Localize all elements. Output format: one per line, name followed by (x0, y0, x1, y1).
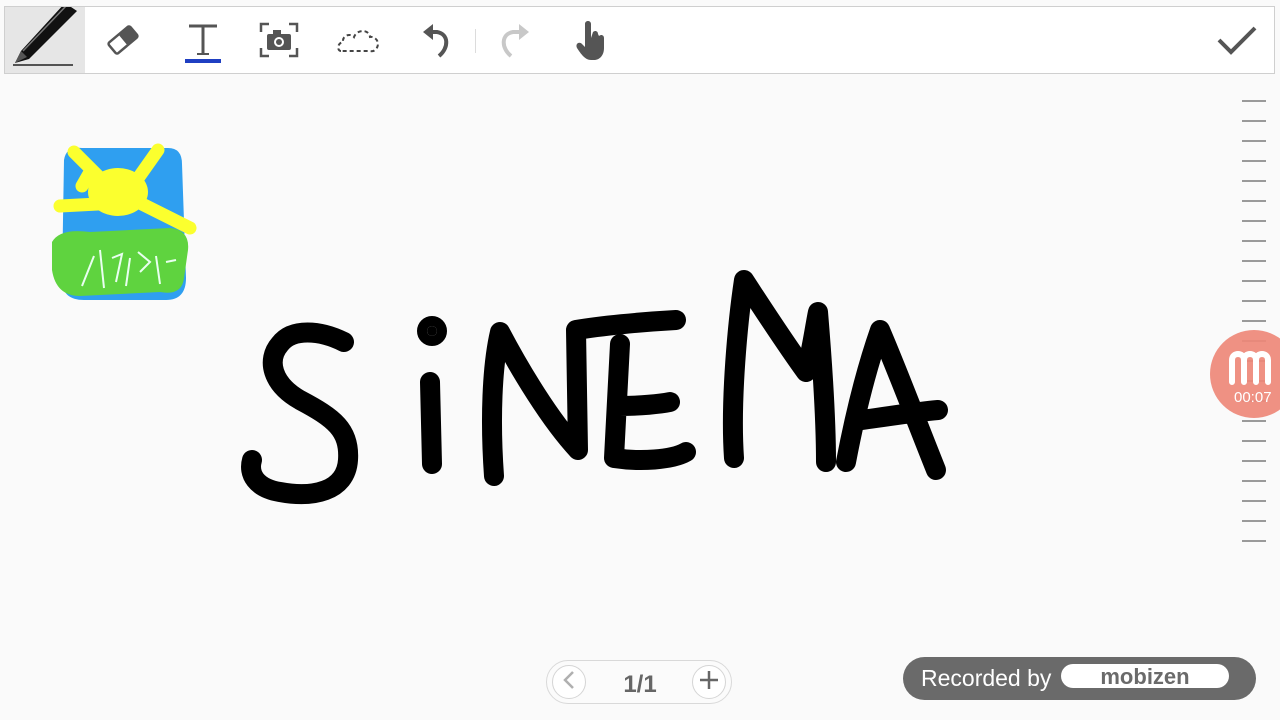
mobizen-m-icon (1226, 346, 1280, 391)
ruler-tick (1242, 480, 1266, 482)
mobizen-brand-text: mobizen (1101, 664, 1190, 689)
mobizen-logo: mobizen (1061, 661, 1231, 696)
ruler-tick (1242, 440, 1266, 442)
ruler-tick (1242, 540, 1266, 542)
ruler-tick (1242, 120, 1266, 122)
ruler-tick (1242, 500, 1266, 502)
ruler-tick (1242, 220, 1266, 222)
recorder-watermark: Recorded by mobizen (903, 657, 1256, 700)
ruler-tick (1242, 100, 1266, 102)
plus-icon (698, 669, 720, 696)
ruler-tick (1242, 320, 1266, 322)
ruler-tick (1242, 200, 1266, 202)
add-page-button[interactable] (692, 665, 726, 699)
chevron-left-icon (561, 670, 577, 695)
drawing-canvas[interactable] (0, 0, 1280, 720)
page-navigator: 1/1 (546, 660, 732, 704)
ruler-tick (1242, 280, 1266, 282)
ruler-tick (1242, 520, 1266, 522)
ruler-tick (1242, 180, 1266, 182)
ruler-tick (1242, 460, 1266, 462)
watermark-prefix: Recorded by (921, 665, 1052, 691)
ruler-tick (1242, 240, 1266, 242)
ruler-tick (1242, 300, 1266, 302)
recording-timer: 00:07 (1234, 389, 1272, 406)
ruler-tick (1242, 260, 1266, 262)
page-count: 1/1 (623, 671, 657, 698)
handwritten-sinema (241, 270, 948, 505)
previous-page-button[interactable] (552, 665, 586, 699)
ruler-tick (1242, 160, 1266, 162)
ruler-tick (1242, 420, 1266, 422)
drawn-sticker (52, 143, 197, 300)
ruler-tick (1242, 140, 1266, 142)
